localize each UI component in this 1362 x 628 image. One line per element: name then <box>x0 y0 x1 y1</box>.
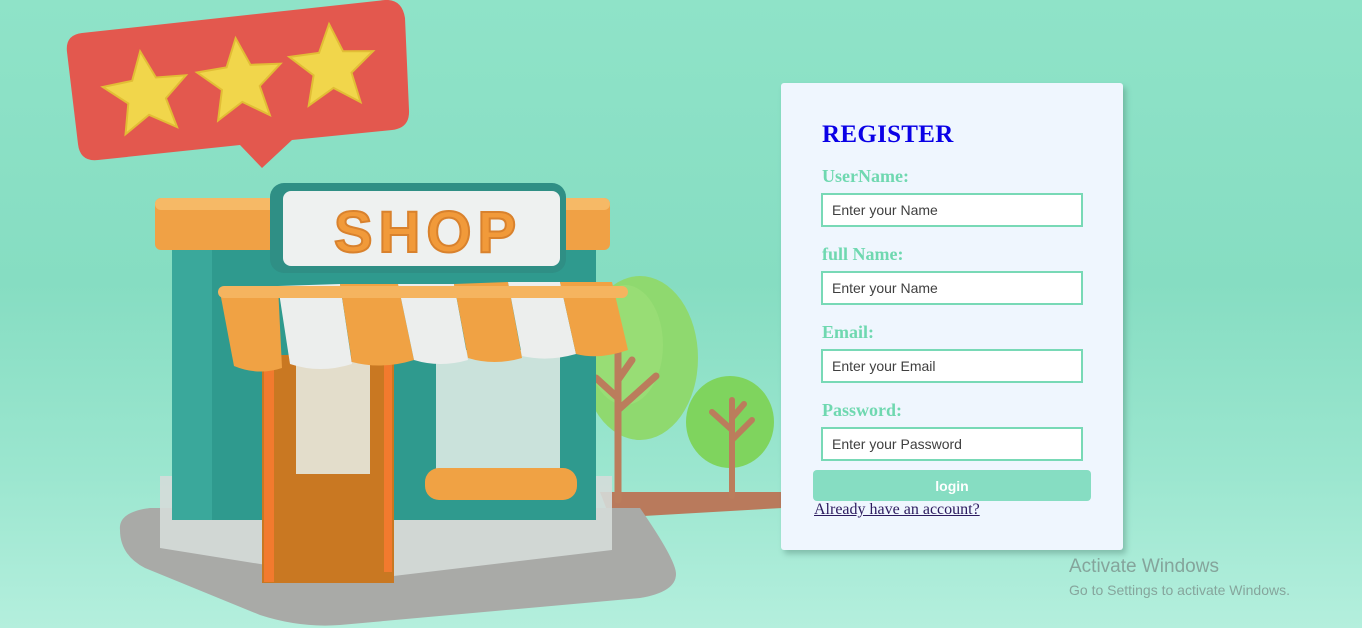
activate-windows-watermark: Activate Windows Go to Settings to activ… <box>1069 556 1290 599</box>
register-title: REGISTER <box>822 121 954 148</box>
already-have-account-link[interactable]: Already have an account? <box>814 501 980 519</box>
fullname-input[interactable] <box>821 271 1083 305</box>
shop-sign-text: SHOP <box>334 200 522 265</box>
fullname-label: full Name: <box>822 244 904 264</box>
password-input[interactable] <box>821 427 1083 461</box>
register-card: REGISTER UserName: full Name: Email: Pas… <box>781 83 1123 550</box>
login-button[interactable]: login <box>813 470 1091 501</box>
shop-illustration: SHOP <box>0 0 800 628</box>
tree-icon <box>686 376 774 499</box>
email-label: Email: <box>822 322 874 342</box>
watermark-subtitle: Go to Settings to activate Windows. <box>1069 582 1290 598</box>
password-label: Password: <box>822 400 902 420</box>
username-input[interactable] <box>821 193 1083 227</box>
email-input[interactable] <box>821 349 1083 383</box>
watermark-title: Activate Windows <box>1069 556 1219 577</box>
username-label: UserName: <box>822 166 909 186</box>
